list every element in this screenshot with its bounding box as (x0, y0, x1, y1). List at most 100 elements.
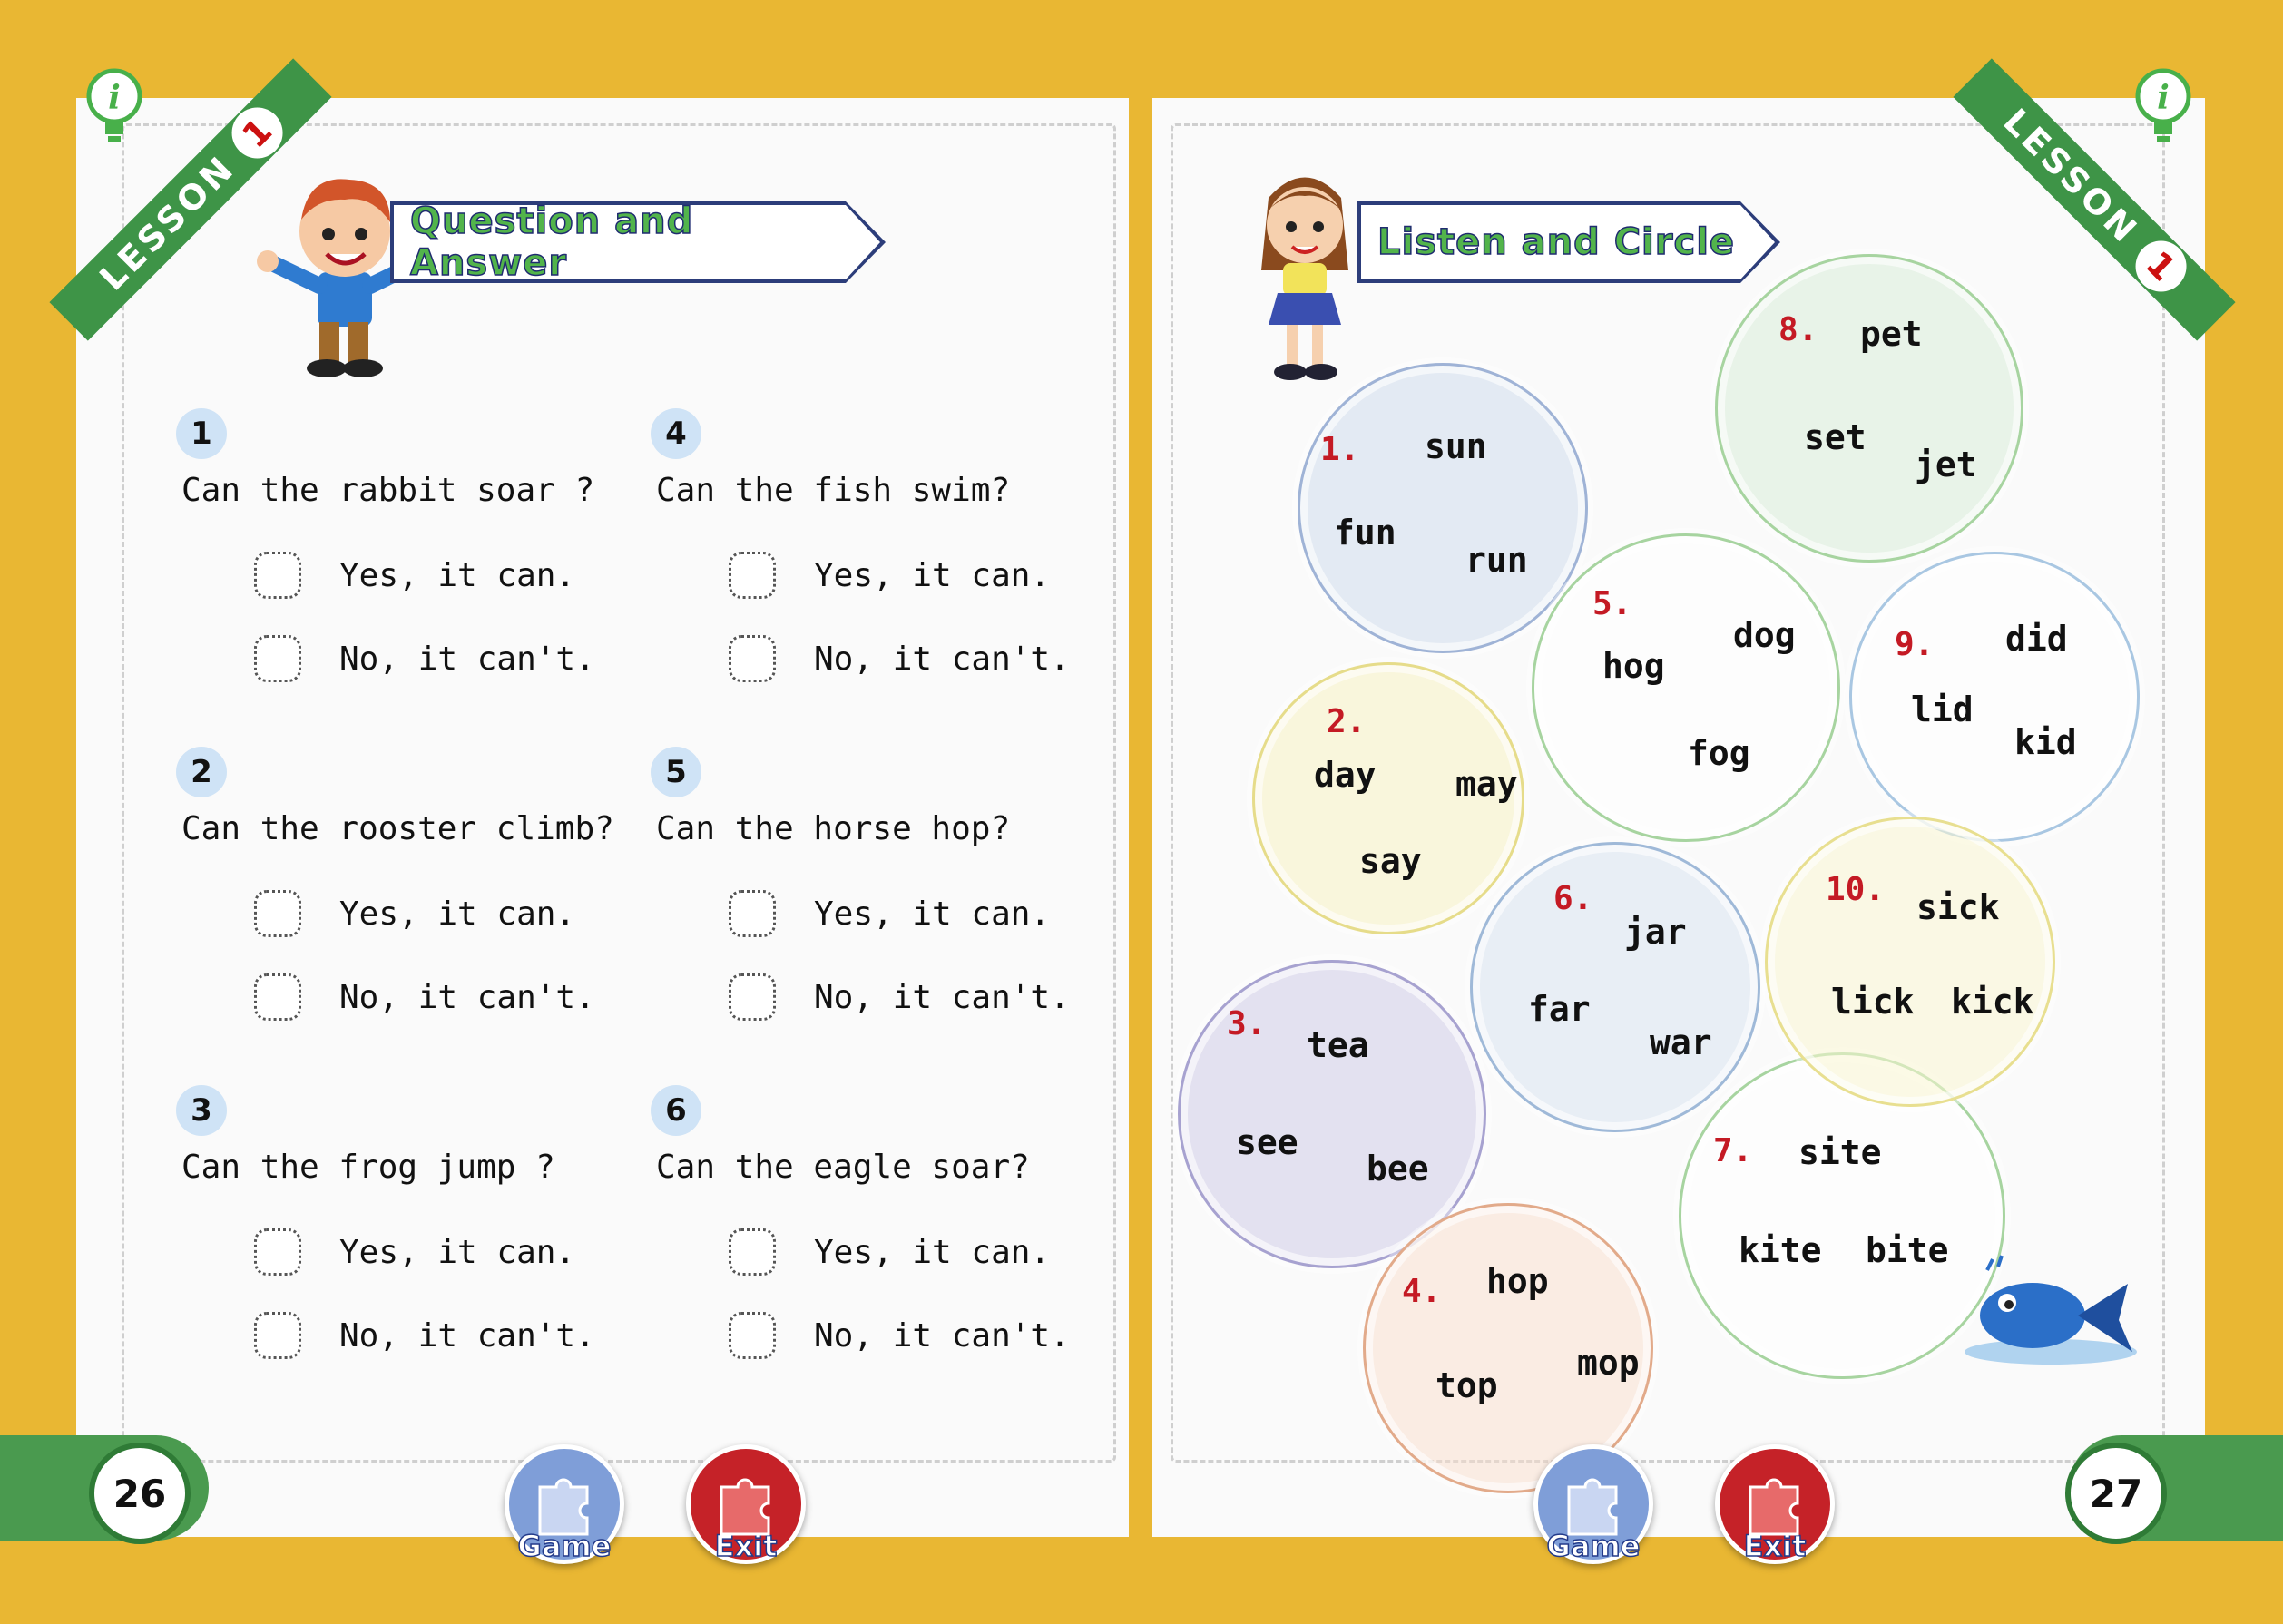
answer-checkbox[interactable] (254, 552, 301, 599)
info-bulb-icon[interactable]: i (85, 65, 143, 147)
answer-checkbox[interactable] (729, 552, 776, 599)
bubble-word[interactable]: mop (1577, 1343, 1640, 1383)
page-number-left: 26 (89, 1443, 191, 1544)
section-title-text: Question and Answer (409, 200, 694, 285)
answer-checkbox[interactable] (729, 890, 776, 937)
bubble-number: 6. (1553, 880, 1593, 917)
answer-option-no[interactable]: No, it can't. (729, 973, 1070, 1021)
bubble-word[interactable]: pet (1860, 314, 1923, 354)
question-text: Can the eagle soar? (656, 1149, 1030, 1186)
answer-label: Yes, it can. (814, 556, 1051, 594)
word-bubble-1 (1298, 363, 1588, 653)
bubble-word[interactable]: kick (1951, 982, 2034, 1022)
page-number-right: 27 (2065, 1443, 2167, 1544)
answer-checkbox[interactable] (729, 1312, 776, 1359)
bubble-number: 7. (1713, 1132, 1753, 1169)
question-text: Can the rooster climb? (181, 810, 614, 847)
section-title-text: Listen and Circle (1377, 220, 1736, 264)
answer-checkbox[interactable] (254, 1312, 301, 1359)
question-number: 2 (176, 747, 227, 797)
answer-checkbox[interactable] (254, 973, 301, 1021)
word-bubble-10 (1765, 817, 2055, 1107)
answer-label: No, it can't. (814, 640, 1070, 678)
bubble-number: 8. (1778, 311, 1818, 348)
answer-option-yes[interactable]: Yes, it can. (254, 552, 575, 599)
answer-option-yes[interactable]: Yes, it can. (254, 890, 575, 937)
svg-text:i: i (2157, 79, 2170, 117)
bubble-word[interactable]: kite (1739, 1230, 1822, 1270)
puzzle-icon (1567, 1478, 1618, 1536)
bubble-word[interactable]: war (1650, 1022, 1712, 1062)
exit-button-left[interactable]: Exit (686, 1444, 806, 1564)
answer-checkbox[interactable] (254, 635, 301, 682)
answer-option-yes[interactable]: Yes, it can. (729, 1228, 1050, 1276)
bubble-number: 10. (1826, 871, 1886, 908)
bubble-word[interactable]: lid (1911, 690, 1974, 729)
bubble-number: 1. (1320, 431, 1360, 468)
bubble-word[interactable]: fun (1334, 513, 1396, 553)
answer-option-yes[interactable]: Yes, it can. (254, 1228, 575, 1276)
answer-label: No, it can't. (339, 978, 595, 1016)
bubble-word[interactable]: hop (1486, 1261, 1549, 1301)
bubble-word[interactable]: set (1804, 417, 1867, 457)
bubble-word[interactable]: sick (1916, 887, 2000, 927)
answer-checkbox[interactable] (729, 1228, 776, 1276)
question-text: Can the frog jump ? (181, 1149, 555, 1186)
bubble-word[interactable]: hog (1602, 646, 1665, 686)
answer-checkbox[interactable] (254, 890, 301, 937)
answer-option-no[interactable]: No, it can't. (729, 635, 1070, 682)
bubble-word[interactable]: bee (1367, 1149, 1429, 1189)
answer-option-no[interactable]: No, it can't. (254, 1312, 595, 1359)
question-number: 1 (176, 408, 227, 459)
answer-label: No, it can't. (814, 1316, 1070, 1355)
game-button-right[interactable]: Game (1533, 1444, 1653, 1564)
bubble-word[interactable]: run (1465, 540, 1528, 580)
bubble-word[interactable]: kid (2014, 722, 2077, 762)
answer-checkbox[interactable] (729, 635, 776, 682)
bubble-word[interactable]: fog (1688, 733, 1750, 773)
exit-button-right[interactable]: Exit (1715, 1444, 1835, 1564)
bubble-word[interactable]: sun (1425, 426, 1487, 466)
answer-label: Yes, it can. (814, 1233, 1051, 1271)
bubble-word[interactable]: top (1435, 1365, 1498, 1405)
question-number: 5 (651, 747, 701, 797)
question-text: Can the horse hop? (656, 810, 1011, 847)
bubble-word[interactable]: far (1528, 989, 1591, 1029)
bubble-number: 3. (1227, 1005, 1267, 1042)
answer-checkbox[interactable] (254, 1228, 301, 1276)
bubble-word[interactable]: tea (1307, 1025, 1369, 1065)
bubble-word[interactable]: see (1236, 1122, 1298, 1162)
answer-label: No, it can't. (814, 978, 1070, 1016)
bubble-word[interactable]: lick (1831, 982, 1915, 1022)
answer-option-yes[interactable]: Yes, it can. (729, 552, 1050, 599)
bubble-word[interactable]: say (1359, 841, 1422, 881)
word-bubble-5 (1532, 533, 1840, 842)
word-bubble-9 (1849, 552, 2140, 842)
word-bubble-8 (1715, 254, 2023, 563)
question-number: 3 (176, 1085, 227, 1136)
answer-label: Yes, it can. (814, 895, 1051, 933)
bubble-word[interactable]: jet (1915, 445, 1977, 484)
bubble-number: 9. (1895, 626, 1935, 663)
answer-label: Yes, it can. (339, 556, 576, 594)
bubble-word[interactable]: did (2005, 619, 2068, 659)
puzzle-icon (538, 1478, 589, 1536)
bubble-word[interactable]: dog (1733, 615, 1796, 655)
answer-checkbox[interactable] (729, 973, 776, 1021)
answer-option-no[interactable]: No, it can't. (254, 973, 595, 1021)
bubble-word[interactable]: may (1455, 764, 1518, 804)
game-button-left[interactable]: Game (505, 1444, 624, 1564)
bubble-word[interactable]: bite (1866, 1230, 1949, 1270)
bubble-word[interactable]: day (1314, 755, 1377, 795)
bubble-word[interactable]: site (1798, 1132, 1882, 1172)
answer-option-no[interactable]: No, it can't. (729, 1312, 1070, 1359)
question-text: Can the fish swim? (656, 472, 1011, 509)
section-title-question-and-answer: Question and Answer (390, 200, 886, 285)
bubble-word[interactable]: jar (1624, 912, 1687, 952)
answer-option-no[interactable]: No, it can't. (254, 635, 595, 682)
answer-label: No, it can't. (339, 1316, 595, 1355)
puzzle-icon (1749, 1478, 1799, 1536)
answer-option-yes[interactable]: Yes, it can. (729, 890, 1050, 937)
answer-label: Yes, it can. (339, 895, 576, 933)
info-bulb-icon[interactable]: i (2134, 65, 2192, 147)
